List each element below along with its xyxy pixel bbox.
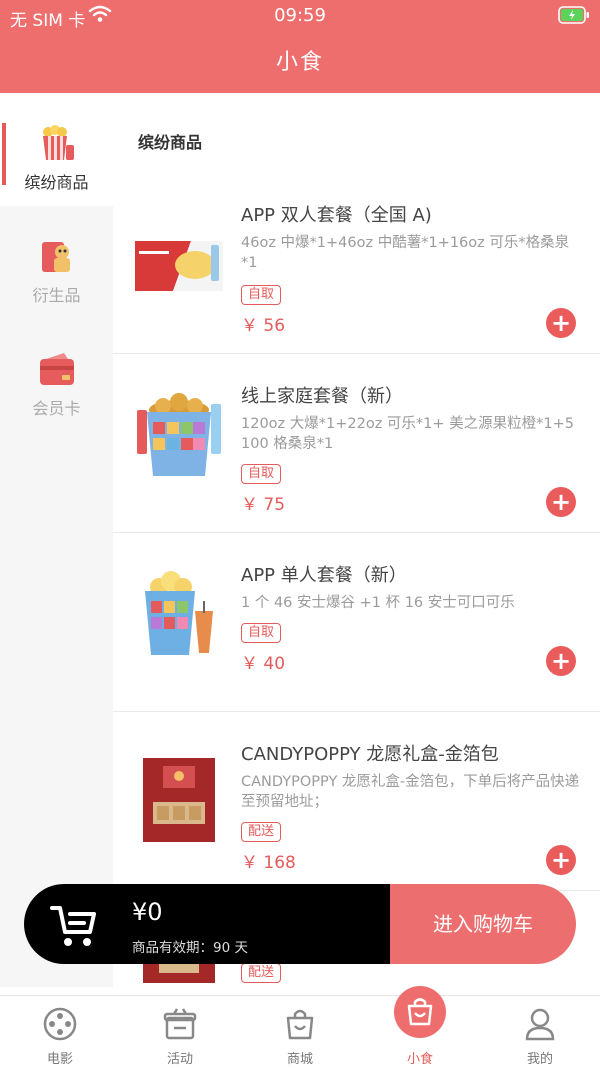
sidebar-item-colorful-goods[interactable]: 缤纷商品	[0, 93, 113, 206]
user-icon	[525, 1008, 555, 1041]
tab-label: 小食	[406, 1052, 433, 1067]
tab-snacks[interactable]: 小食	[360, 986, 480, 1068]
product-item[interactable]: APP 单人套餐（新） 1 个 46 安士爆谷 +1 杯 16 安士可口可乐 自…	[113, 533, 600, 712]
tab-movie[interactable]: 电影	[0, 996, 120, 1068]
product-item[interactable]: APP 双人套餐（全国 A) 46oz 中爆*1+46oz 中酷薯*1+16oz…	[113, 201, 600, 354]
product-price: ￥ 56	[241, 316, 286, 336]
sidebar-item-label: 缤纷商品	[24, 173, 89, 192]
tab-label: 商城	[286, 1052, 313, 1067]
product-desc: 46oz 中爆*1+46oz 中酷薯*1+16oz 可乐*格桑泉*1	[241, 235, 570, 271]
product-name: APP 单人套餐（新）	[241, 565, 407, 586]
product-list: 缤纷商品 APP 双人套餐（全国 A) 46oz 中爆*1+46oz 中酷薯*1…	[113, 93, 600, 987]
sidebar-item-member-card[interactable]: 会员卡	[0, 319, 113, 432]
product-desc: 1 个 46 安士爆谷 +1 杯 16 安士可口可乐	[241, 595, 515, 611]
product-price: ￥ 75	[241, 495, 286, 515]
cart-icon	[50, 906, 96, 946]
tab-label: 我的	[526, 1052, 553, 1067]
add-to-cart-button[interactable]: +	[546, 308, 576, 338]
battery-icon	[558, 6, 589, 24]
product-name: APP 双人套餐（全国 A)	[241, 205, 432, 226]
product-image	[143, 758, 215, 842]
product-desc: 120oz 大爆*1+22oz 可乐*1+ 美之源果粒橙*1+5 100 格桑泉…	[241, 416, 575, 452]
tab-activity[interactable]: 活动	[120, 996, 240, 1068]
page-title: 小食	[275, 50, 324, 75]
go-to-cart-button[interactable]: 进入购物车	[390, 884, 576, 964]
product-name: 线上家庭套餐（新）	[241, 386, 403, 407]
add-to-cart-button[interactable]: +	[546, 845, 576, 875]
tab-label: 电影	[46, 1052, 73, 1067]
cart-bar: ¥0 商品有效期：90 天 进入购物车	[24, 884, 576, 964]
add-to-cart-button[interactable]: +	[546, 646, 576, 676]
bottom-tab-bar: 电影 活动 商城 小食 我的	[0, 986, 600, 1068]
tab-label: 活动	[166, 1052, 193, 1067]
sidebar-item-label: 衍生品	[32, 286, 81, 305]
delivery-badge: 配送	[241, 822, 282, 842]
product-image	[137, 393, 221, 476]
product-item[interactable]: 线上家庭套餐（新） 120oz 大爆*1+22oz 可乐*1+ 美之源果粒橙*1…	[113, 354, 600, 533]
pickup-badge: 自取	[241, 464, 282, 484]
gift-icon	[163, 1008, 197, 1040]
sidebar-item-merchandise[interactable]: 衍生品	[0, 206, 113, 319]
clock: 09:59	[274, 5, 326, 26]
popcorn-icon	[43, 125, 74, 160]
product-desc: CANDYPOPPY 龙愿礼盒-金箔包，下单后将产品快递至预留地址；	[241, 774, 580, 810]
delivery-badge: 配送	[241, 963, 282, 983]
snack-bag-icon	[407, 998, 433, 1026]
tab-mine[interactable]: 我的	[480, 996, 600, 1068]
pickup-badge: 自取	[241, 623, 282, 643]
pickup-badge: 自取	[241, 285, 282, 305]
film-reel-icon	[43, 1007, 77, 1041]
status-bar: 无 SIM 卡 09:59	[0, 0, 600, 32]
merch-icon	[42, 242, 70, 272]
product-image	[135, 241, 223, 291]
product-price: ￥ 40	[241, 654, 286, 674]
product-image	[145, 571, 213, 655]
shopping-bag-icon	[286, 1009, 314, 1040]
product-price: ￥ 168	[241, 853, 296, 873]
tab-mall[interactable]: 商城	[240, 996, 360, 1068]
product-item[interactable]: CANDYPOPPY 龙愿礼盒-金箔包 CANDYPOPPY 龙愿礼盒-金箔包，…	[113, 712, 600, 891]
add-to-cart-button[interactable]: +	[546, 487, 576, 517]
category-sidebar: 缤纷商品 衍生品 会员卡	[0, 93, 113, 987]
product-name: CANDYPOPPY 龙愿礼盒-金箔包	[241, 744, 499, 765]
cart-summary[interactable]: ¥0 商品有效期：90 天	[24, 884, 390, 964]
sidebar-item-label: 会员卡	[32, 399, 81, 418]
card-icon	[40, 353, 74, 385]
header: 无 SIM 卡 09:59 小食	[0, 0, 600, 93]
cart-total: ¥0	[132, 898, 163, 926]
cart-validity: 商品有效期：90 天	[132, 940, 248, 956]
section-title: 缤纷商品	[138, 133, 203, 152]
